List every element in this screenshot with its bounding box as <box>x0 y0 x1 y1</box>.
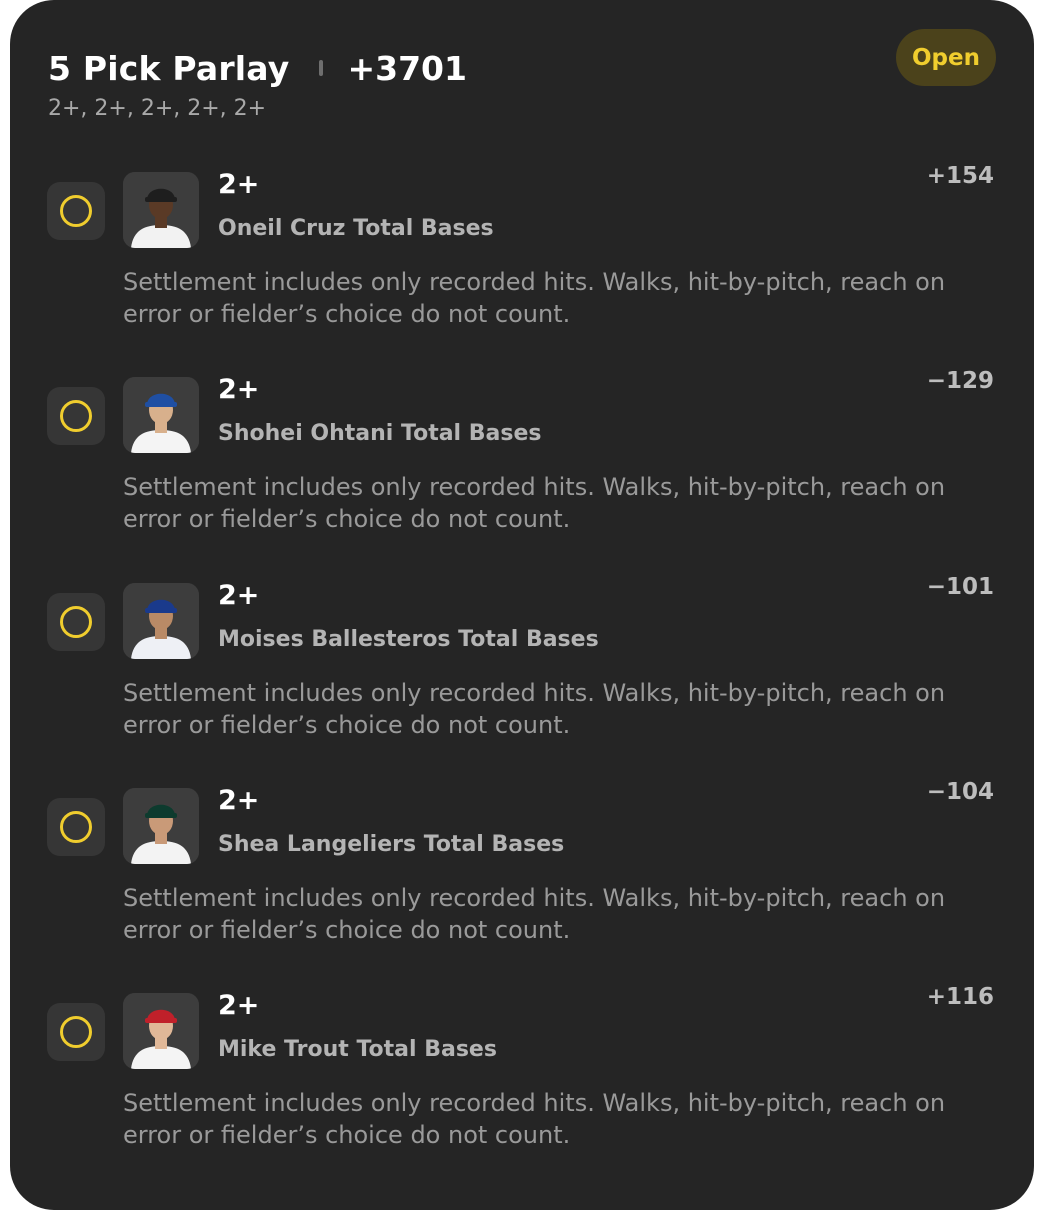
pick-odds: −101 <box>926 574 994 600</box>
pick-market: Shohei Ohtani Total Bases <box>218 421 542 446</box>
parlay-card[interactable]: 5 Pick Parlay +3701 2+, 2+, 2+, 2+, 2+ O… <box>10 0 1034 1210</box>
pick-item[interactable]: 2+ Moises Ballesteros Total Bases −101 S… <box>10 574 1034 783</box>
pending-circle-icon <box>60 606 92 638</box>
player-avatar <box>123 583 199 659</box>
title-row: 5 Pick Parlay +3701 <box>48 44 996 92</box>
pick-line: 2+ <box>218 580 260 611</box>
status-badge: Open <box>896 29 996 86</box>
pending-circle-icon <box>60 400 92 432</box>
parlay-total-odds: +3701 <box>347 48 467 88</box>
parlay-header: 5 Pick Parlay +3701 2+, 2+, 2+, 2+, 2+ <box>48 44 996 122</box>
player-avatar <box>123 377 199 453</box>
pick-odds: −104 <box>926 779 994 805</box>
pick-market: Mike Trout Total Bases <box>218 1037 497 1062</box>
player-avatar <box>123 172 199 248</box>
pending-circle-icon <box>60 1016 92 1048</box>
pick-settlement-note: Settlement includes only recorded hits. … <box>123 473 946 533</box>
pick-status-radio[interactable] <box>47 1003 105 1061</box>
title-divider <box>319 60 324 76</box>
player-avatar <box>123 788 199 864</box>
player-avatar <box>123 993 199 1069</box>
pick-odds: +154 <box>926 163 994 189</box>
pick-market: Moises Ballesteros Total Bases <box>218 627 599 652</box>
pick-status-radio[interactable] <box>47 387 105 445</box>
pick-settlement-note: Settlement includes only recorded hits. … <box>123 268 946 328</box>
pick-line: 2+ <box>218 169 260 200</box>
pick-line: 2+ <box>218 374 260 405</box>
pick-line: 2+ <box>218 785 260 816</box>
pick-settlement-note: Settlement includes only recorded hits. … <box>123 679 946 739</box>
pick-status-radio[interactable] <box>47 798 105 856</box>
pick-item[interactable]: 2+ Shea Langeliers Total Bases −104 Sett… <box>10 779 1034 988</box>
parlay-title: 5 Pick Parlay <box>48 48 290 88</box>
pick-item[interactable]: 2+ Oneil Cruz Total Bases +154 Settlemen… <box>10 163 1034 372</box>
pick-status-radio[interactable] <box>47 182 105 240</box>
pick-market: Shea Langeliers Total Bases <box>218 832 565 857</box>
parlay-lines-summary: 2+, 2+, 2+, 2+, 2+ <box>48 96 267 121</box>
pick-item[interactable]: 2+ Mike Trout Total Bases +116 Settlemen… <box>10 984 1034 1193</box>
pick-odds: −129 <box>926 368 994 394</box>
pick-market: Oneil Cruz Total Bases <box>218 216 494 241</box>
pick-line: 2+ <box>218 990 260 1021</box>
pick-settlement-note: Settlement includes only recorded hits. … <box>123 1089 946 1149</box>
pending-circle-icon <box>60 195 92 227</box>
pending-circle-icon <box>60 811 92 843</box>
pick-settlement-note: Settlement includes only recorded hits. … <box>123 884 946 944</box>
pick-odds: +116 <box>926 984 994 1010</box>
pick-item[interactable]: 2+ Shohei Ohtani Total Bases −129 Settle… <box>10 368 1034 577</box>
pick-status-radio[interactable] <box>47 593 105 651</box>
